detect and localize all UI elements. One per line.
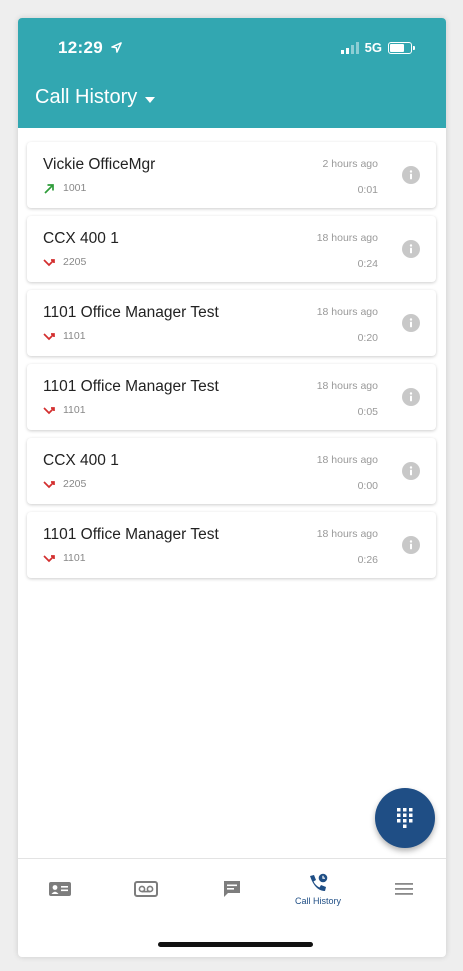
- caller-name: Vickie OfficeMgr: [43, 156, 156, 173]
- signal-icon: [340, 41, 359, 54]
- title-dropdown[interactable]: Call History: [35, 86, 156, 109]
- phone-screen: 12:29 5G Call History Vickie OfficeMgr 10…: [18, 18, 446, 957]
- caller-number: 1101: [63, 552, 86, 564]
- info-icon: [409, 244, 413, 254]
- call-subline: 1101: [43, 552, 86, 564]
- nav-call-history-label: Call History: [294, 895, 341, 906]
- caller-name: CCX 400 1: [43, 230, 119, 247]
- caller-name: 1101 Office Manager Test: [43, 304, 219, 321]
- nav-messages[interactable]: [190, 859, 274, 919]
- call-history-item[interactable]: 1101 Office Manager Test 1101 18 hours ago…: [27, 512, 436, 578]
- info-icon: [409, 540, 413, 550]
- call-subline: 2205: [43, 256, 86, 268]
- info-button[interactable]: [402, 166, 420, 184]
- call-history-item[interactable]: 1101 Office Manager Test 1101 18 hours ago…: [27, 290, 436, 356]
- nav-call-history[interactable]: Call History: [276, 859, 360, 919]
- missed-call-icon: [43, 554, 55, 562]
- info-icon: [409, 170, 413, 180]
- bottom-nav: Call History: [18, 858, 446, 918]
- missed-call-icon: [43, 258, 55, 266]
- caller-number: 1101: [63, 330, 86, 342]
- info-icon: [409, 392, 413, 402]
- call-subline: 1101: [43, 330, 86, 342]
- caller-number: 1101: [63, 404, 86, 416]
- status-time-text: 12:29: [58, 38, 103, 57]
- messages-icon: [224, 881, 240, 897]
- voicemail-icon: [134, 881, 158, 897]
- info-button[interactable]: [402, 314, 420, 332]
- caller-name: 1101 Office Manager Test: [43, 378, 219, 395]
- call-time: 2 hours ago: [322, 158, 378, 170]
- call-duration: 0:24: [357, 258, 378, 270]
- caller-number: 1001: [63, 182, 87, 194]
- network-label: 5G: [364, 40, 382, 55]
- page-title: Call History: [35, 86, 138, 108]
- missed-call-icon: [43, 406, 55, 414]
- info-button[interactable]: [402, 240, 420, 258]
- call-time: 18 hours ago: [316, 306, 378, 318]
- caller-name: 1101 Office Manager Test: [43, 526, 219, 543]
- call-duration: 0:26: [357, 554, 378, 566]
- call-subline: 2205: [43, 478, 86, 490]
- status-bar: 12:29 5G: [18, 18, 446, 73]
- battery-icon: [388, 41, 415, 54]
- nav-voicemail[interactable]: [104, 859, 188, 919]
- caller-number: 2205: [63, 478, 87, 490]
- chevron-down-icon: [145, 96, 156, 103]
- status-time: 12:29: [58, 38, 122, 58]
- call-history-icon: [310, 873, 328, 891]
- nav-contacts[interactable]: [18, 859, 102, 919]
- dialpad-button[interactable]: [375, 788, 435, 848]
- call-time: 18 hours ago: [316, 528, 378, 540]
- call-subline: 1101: [43, 404, 86, 416]
- outgoing-call-icon: [44, 183, 54, 194]
- call-history-item[interactable]: CCX 400 1 2205 18 hours ago 0:24: [27, 216, 436, 282]
- call-time: 18 hours ago: [316, 232, 378, 244]
- call-history-item[interactable]: Vickie OfficeMgr 1001 2 hours ago 0:01: [27, 142, 436, 208]
- info-icon: [409, 318, 413, 328]
- nav-menu[interactable]: [362, 859, 446, 919]
- app-bar: 12:29 5G Call History: [18, 18, 446, 128]
- call-duration: 0:00: [357, 480, 378, 492]
- call-time: 18 hours ago: [316, 380, 378, 392]
- info-button[interactable]: [402, 536, 420, 554]
- call-history-item[interactable]: CCX 400 1 2205 18 hours ago 0:00: [27, 438, 436, 504]
- call-duration: 0:01: [357, 184, 378, 196]
- status-indicators: 5G: [340, 40, 415, 55]
- info-button[interactable]: [402, 388, 420, 406]
- missed-call-icon: [43, 332, 55, 340]
- contacts-icon: [49, 882, 71, 896]
- dialpad-icon: [397, 808, 413, 828]
- info-icon: [409, 466, 413, 476]
- caller-number: 2205: [63, 256, 87, 268]
- missed-call-icon: [43, 480, 55, 488]
- caller-name: CCX 400 1: [43, 452, 119, 469]
- menu-icon: [395, 883, 413, 895]
- call-history-list: Vickie OfficeMgr 1001 2 hours ago 0:01 CCX 4…: [27, 142, 436, 586]
- call-time: 18 hours ago: [316, 454, 378, 466]
- info-button[interactable]: [402, 462, 420, 480]
- call-duration: 0:05: [357, 406, 378, 418]
- home-indicator: [158, 942, 313, 947]
- call-history-item[interactable]: 1101 Office Manager Test 1101 18 hours ago…: [27, 364, 436, 430]
- call-subline: 1001: [43, 182, 86, 194]
- location-arrow-icon: [111, 42, 122, 53]
- call-duration: 0:20: [357, 332, 378, 344]
